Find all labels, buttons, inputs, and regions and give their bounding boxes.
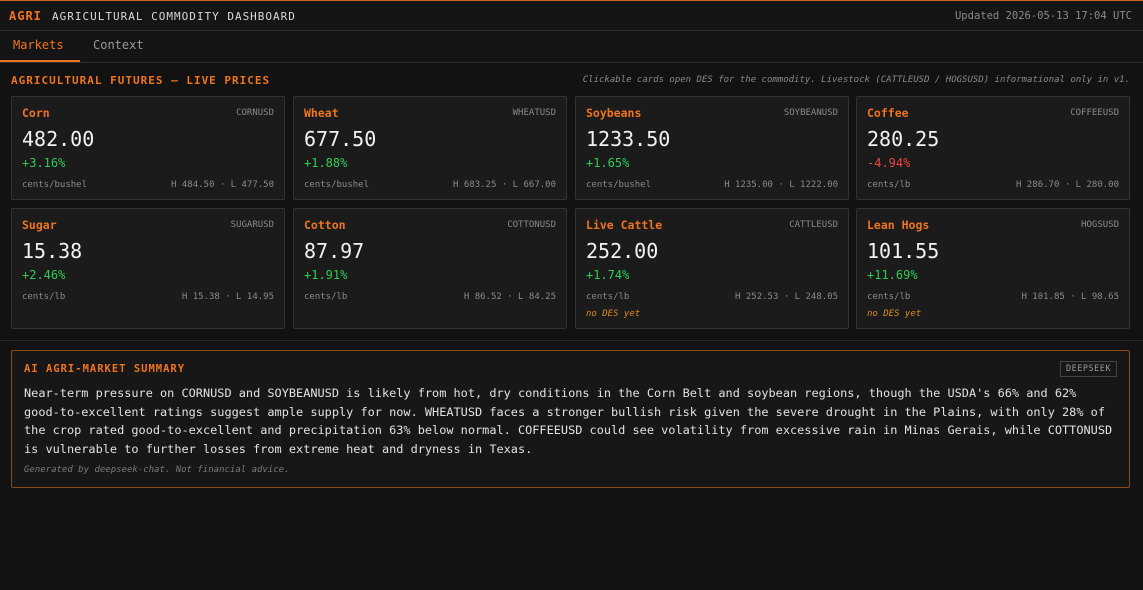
card-unit: cents/lb bbox=[867, 180, 911, 190]
card-ticker: CORNUSD bbox=[236, 108, 274, 118]
card-change: -4.94% bbox=[867, 156, 911, 170]
card-ticker: SUGARUSD bbox=[230, 220, 274, 230]
card-ticker: HOGSUSD bbox=[1081, 220, 1119, 230]
card-unit: cents/lb bbox=[304, 292, 348, 302]
card-high-low: H 484.50 · L 477.50 bbox=[171, 180, 274, 190]
commodity-card-wheat[interactable]: Wheat WHEATUSD 677.50 +1.88% cents/bushe… bbox=[293, 96, 567, 200]
section-divider bbox=[0, 340, 1143, 341]
card-high-low: H 252.53 · L 248.05 bbox=[735, 292, 838, 302]
card-price: 1233.50 bbox=[586, 127, 671, 151]
card-ticker: WHEATUSD bbox=[512, 108, 556, 118]
active-tab-indicator bbox=[0, 60, 80, 62]
summary-title: AI AGRI-MARKET SUMMARY bbox=[24, 363, 186, 375]
card-change: +1.74% bbox=[586, 268, 630, 282]
commodity-card-cotton[interactable]: Cotton COTTONUSD 87.97 +1.91% cents/lb H… bbox=[293, 208, 567, 329]
card-unit: cents/bushel bbox=[22, 180, 88, 190]
card-unit: cents/lb bbox=[22, 292, 66, 302]
card-name: Lean Hogs bbox=[867, 218, 930, 232]
card-high-low: H 86.52 · L 84.25 bbox=[463, 292, 556, 302]
commodity-card-corn[interactable]: Corn CORNUSD 482.00 +3.16% cents/bushel … bbox=[11, 96, 285, 200]
ai-summary-panel: AI AGRI-MARKET SUMMARY DEEPSEEK Near-ter… bbox=[11, 350, 1130, 488]
card-high-low: H 1235.00 · L 1222.00 bbox=[724, 180, 838, 190]
model-badge: DEEPSEEK bbox=[1060, 361, 1117, 377]
tab-bar: Markets Context bbox=[0, 31, 1143, 63]
card-ticker: CATTLEUSD bbox=[789, 220, 838, 230]
card-price: 482.00 bbox=[22, 127, 95, 151]
card-high-low: H 683.25 · L 667.00 bbox=[453, 180, 556, 190]
card-unit: cents/lb bbox=[586, 292, 630, 302]
card-name: Cotton bbox=[304, 218, 346, 232]
card-change: +1.91% bbox=[304, 268, 348, 282]
card-ticker: SOYBEANUSD bbox=[783, 108, 838, 118]
no-des-note: no DES yet bbox=[586, 309, 641, 319]
brand-logo: AGRI bbox=[9, 9, 42, 23]
card-ticker: COTTONUSD bbox=[507, 220, 556, 230]
commodity-card-lean-hogs: Lean Hogs HOGSUSD 101.55 +11.69% cents/l… bbox=[856, 208, 1130, 329]
no-des-note: no DES yet bbox=[867, 309, 922, 319]
commodity-card-sugar[interactable]: Sugar SUGARUSD 15.38 +2.46% cents/lb H 1… bbox=[11, 208, 285, 329]
card-unit: cents/bushel bbox=[304, 180, 370, 190]
card-unit: cents/bushel bbox=[586, 180, 652, 190]
top-bar: AGRI AGRICULTURAL COMMODITY DASHBOARD Up… bbox=[0, 0, 1143, 31]
card-high-low: H 286.70 · L 280.00 bbox=[1016, 180, 1119, 190]
commodity-card-coffee[interactable]: Coffee COFFEEUSD 280.25 -4.94% cents/lb … bbox=[856, 96, 1130, 200]
card-unit: cents/lb bbox=[867, 292, 911, 302]
commodity-card-live-cattle: Live Cattle CATTLEUSD 252.00 +1.74% cent… bbox=[575, 208, 849, 329]
card-price: 87.97 bbox=[304, 239, 365, 263]
commodity-card-soybeans[interactable]: Soybeans SOYBEANUSD 1233.50 +1.65% cents… bbox=[575, 96, 849, 200]
updated-timestamp: Updated 2026-05-13 17:04 UTC bbox=[954, 10, 1132, 22]
card-price: 15.38 bbox=[22, 239, 83, 263]
card-price: 101.55 bbox=[867, 239, 940, 263]
card-change: +1.88% bbox=[304, 156, 348, 170]
tab-context[interactable]: Context bbox=[93, 38, 144, 52]
card-price: 280.25 bbox=[867, 127, 940, 151]
section-title: AGRICULTURAL FUTURES — LIVE PRICES bbox=[11, 74, 271, 87]
card-name: Live Cattle bbox=[586, 218, 663, 232]
section-note: Clickable cards open DES for the commodi… bbox=[582, 75, 1130, 85]
summary-body: Near-term pressure on CORNUSD and SOYBEA… bbox=[24, 386, 1113, 456]
card-high-low: H 101.85 · L 98.65 bbox=[1021, 292, 1119, 302]
card-name: Coffee bbox=[867, 106, 909, 120]
tab-markets[interactable]: Markets bbox=[13, 38, 64, 52]
card-change: +11.69% bbox=[867, 268, 918, 282]
card-price: 677.50 bbox=[304, 127, 377, 151]
card-name: Wheat bbox=[304, 106, 339, 120]
summary-disclaimer: Generated by deepseek-chat. Not financia… bbox=[24, 465, 290, 475]
card-name: Sugar bbox=[22, 218, 57, 232]
card-change: +2.46% bbox=[22, 268, 66, 282]
card-high-low: H 15.38 · L 14.95 bbox=[181, 292, 274, 302]
app-title: AGRICULTURAL COMMODITY DASHBOARD bbox=[52, 10, 296, 23]
card-price: 252.00 bbox=[586, 239, 659, 263]
card-change: +3.16% bbox=[22, 156, 66, 170]
card-name: Soybeans bbox=[586, 106, 642, 120]
card-change: +1.65% bbox=[586, 156, 630, 170]
card-ticker: COFFEEUSD bbox=[1070, 108, 1119, 118]
card-name: Corn bbox=[22, 106, 50, 120]
